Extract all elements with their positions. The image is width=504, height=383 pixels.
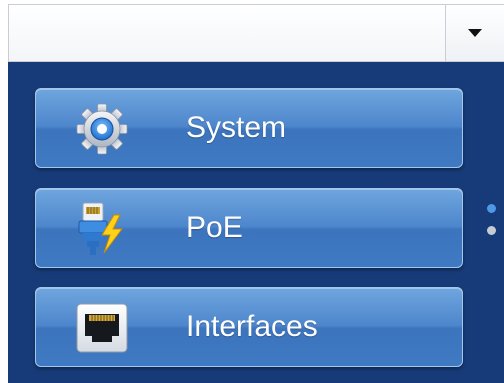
poe-plug-lightning-icon <box>74 201 130 257</box>
poe-label: PoE <box>186 211 243 244</box>
section-dropdown[interactable] <box>8 4 504 62</box>
dropdown-toggle-button[interactable] <box>445 5 504 61</box>
page-indicator <box>484 204 498 244</box>
gear-icon <box>74 101 130 157</box>
poe-button[interactable]: PoE <box>35 188 463 268</box>
menu-panel: System PoE Interfaces <box>8 62 504 383</box>
page-dot-active[interactable] <box>487 204 496 213</box>
app-frame: System PoE Interfaces <box>0 0 504 383</box>
caret-down-icon <box>468 29 482 37</box>
interfaces-button[interactable]: Interfaces <box>35 287 463 367</box>
system-label: System <box>186 111 287 144</box>
page-dot-inactive[interactable] <box>487 226 496 235</box>
system-button[interactable]: System <box>35 88 463 168</box>
interfaces-label: Interfaces <box>186 310 318 343</box>
ethernet-port-icon <box>74 300 130 356</box>
